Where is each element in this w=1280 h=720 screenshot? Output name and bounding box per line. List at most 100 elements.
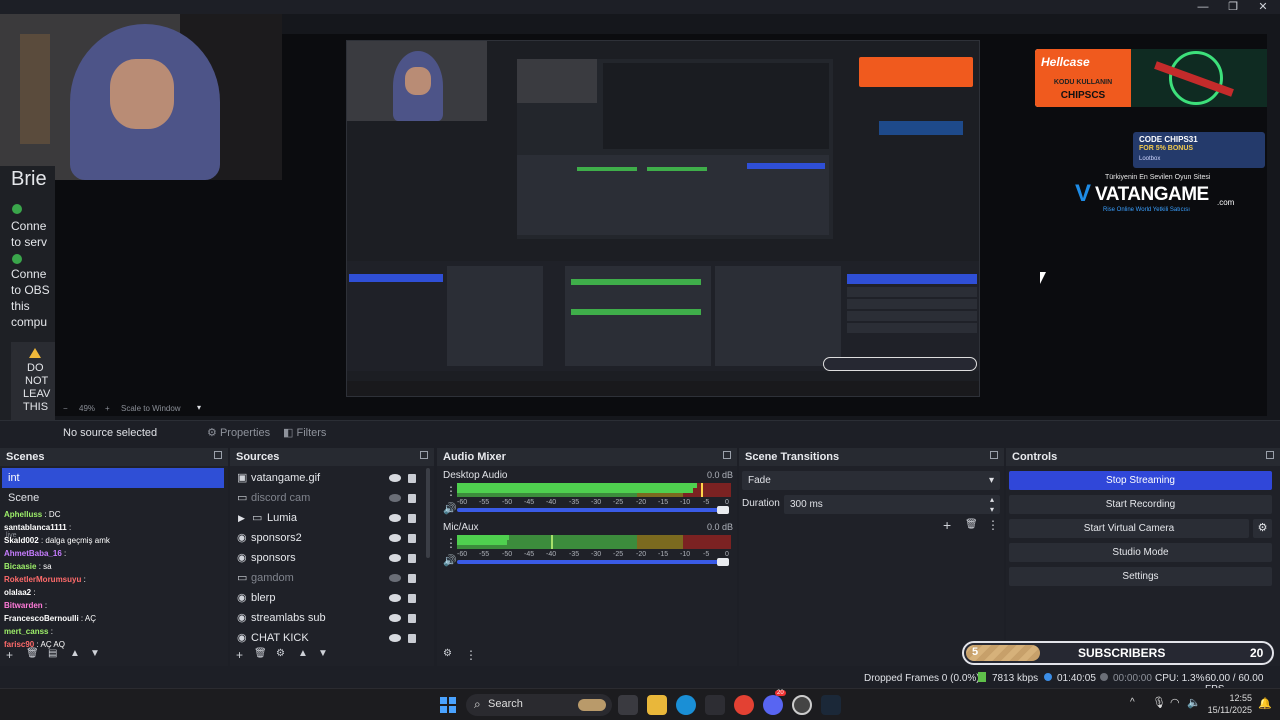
source-item[interactable]: ◉ blerp bbox=[230, 588, 430, 608]
wifi-icon[interactable]: ◠ bbox=[1170, 696, 1180, 709]
speaker-icon[interactable]: 🔊 bbox=[443, 502, 457, 515]
lock-icon[interactable] bbox=[408, 534, 416, 543]
chrome-icon[interactable] bbox=[734, 695, 754, 715]
eye-icon[interactable] bbox=[389, 554, 401, 562]
move-up-icon[interactable]: ▲ bbox=[298, 648, 308, 659]
add-scene-icon[interactable]: + bbox=[6, 648, 13, 662]
microphone-icon[interactable]: 🎙 bbox=[1152, 696, 1166, 709]
duration-input[interactable]: 300 ms ▴ ▾ bbox=[784, 495, 1000, 514]
stop-streaming-button[interactable]: Stop Streaming bbox=[1009, 471, 1272, 490]
preview-area[interactable]: Hellcase KODU KULLANIN CHIPSCS CODE CHIP… bbox=[0, 14, 1280, 442]
virtual-camera-settings-icon[interactable]: ⚙ bbox=[1253, 519, 1272, 538]
volume-slider-handle[interactable] bbox=[717, 558, 729, 566]
meter-tick: -30 bbox=[591, 551, 602, 558]
subscribers-current: 5 bbox=[972, 646, 979, 658]
lock-icon[interactable] bbox=[408, 594, 416, 603]
advanced-audio-icon[interactable]: ⚙ bbox=[443, 648, 452, 659]
gear-icon[interactable]: ⚙ bbox=[276, 648, 285, 659]
source-item[interactable]: ▭ discord cam bbox=[230, 488, 430, 508]
zoom-out-icon[interactable]: − bbox=[63, 404, 68, 413]
trash-icon[interactable]: 🗑 bbox=[965, 519, 978, 530]
kebab-menu-icon[interactable]: ⋮ bbox=[445, 536, 457, 550]
volume-icon[interactable]: 🔈 bbox=[1187, 696, 1201, 709]
notification-bell-icon[interactable]: 🔔 bbox=[1258, 697, 1272, 710]
source-item[interactable]: ◉ streamlabs sub bbox=[230, 608, 430, 628]
tray-chevron-icon[interactable]: ^ bbox=[1130, 697, 1135, 708]
task-view-icon[interactable] bbox=[618, 695, 638, 715]
file-explorer-icon[interactable] bbox=[647, 695, 667, 715]
discord-icon[interactable]: 20 bbox=[763, 690, 786, 715]
expand-caret-icon[interactable]: ▶ bbox=[238, 508, 245, 528]
lock-icon[interactable] bbox=[408, 634, 416, 643]
eye-icon[interactable] bbox=[389, 594, 401, 602]
kebab-menu-icon[interactable]: ⋮ bbox=[987, 518, 999, 532]
source-item[interactable]: ▣ vatangame.gif bbox=[230, 468, 430, 488]
eye-icon[interactable] bbox=[389, 614, 401, 622]
steam-icon[interactable] bbox=[821, 695, 841, 715]
clock-date[interactable]: 15/11/2025 bbox=[1206, 705, 1252, 715]
trash-icon[interactable]: 🗑 bbox=[254, 648, 267, 659]
scene-item-scene[interactable]: Scene bbox=[2, 488, 224, 508]
volume-slider[interactable] bbox=[457, 508, 719, 512]
dock-float-icon[interactable] bbox=[723, 451, 731, 459]
source-item[interactable]: ◉ sponsors2 bbox=[230, 528, 430, 548]
lock-icon[interactable] bbox=[408, 614, 416, 623]
move-down-icon[interactable]: ▼ bbox=[318, 648, 328, 659]
zoom-in-icon[interactable]: + bbox=[105, 404, 110, 413]
start-recording-button[interactable]: Start Recording bbox=[1009, 495, 1272, 514]
source-item[interactable]: ◉ sponsors bbox=[230, 548, 430, 568]
lock-icon[interactable] bbox=[408, 474, 416, 483]
taskbar-search[interactable]: ⌕ Search bbox=[466, 694, 612, 716]
edge-icon[interactable] bbox=[676, 695, 696, 715]
add-transition-icon[interactable]: + bbox=[943, 517, 951, 533]
settings-button[interactable]: Settings bbox=[1009, 567, 1272, 586]
lock-icon[interactable] bbox=[408, 554, 416, 563]
maximize-button[interactable]: ❐ bbox=[1218, 0, 1248, 14]
eye-hidden-icon[interactable] bbox=[389, 574, 401, 582]
lock-icon[interactable] bbox=[408, 514, 416, 523]
eye-hidden-icon[interactable] bbox=[389, 494, 401, 502]
volume-slider[interactable] bbox=[457, 560, 719, 564]
eye-icon[interactable] bbox=[389, 634, 401, 642]
spin-down-icon[interactable]: ▾ bbox=[990, 500, 994, 519]
speaker-icon[interactable]: 🔊 bbox=[443, 554, 457, 567]
minimize-button[interactable]: — bbox=[1188, 0, 1218, 14]
obs-icon[interactable] bbox=[792, 695, 812, 715]
zoom-mode[interactable]: Scale to Window bbox=[121, 404, 181, 413]
dock-float-icon[interactable] bbox=[214, 451, 222, 459]
dock-float-icon[interactable] bbox=[990, 451, 998, 459]
dock-float-icon[interactable] bbox=[1266, 451, 1274, 459]
start-virtual-camera-button[interactable]: Start Virtual Camera bbox=[1009, 519, 1249, 538]
source-item[interactable]: ◉ CHAT KICK bbox=[230, 628, 430, 648]
vatangame-subline: Rise Online World Yetkili Satıcısı bbox=[1103, 207, 1190, 213]
dock-float-icon[interactable] bbox=[420, 451, 428, 459]
chevron-down-icon[interactable]: ▾ bbox=[197, 403, 201, 412]
eye-icon[interactable] bbox=[389, 534, 401, 542]
eye-icon[interactable] bbox=[389, 514, 401, 522]
kebab-menu-icon[interactable]: ⋮ bbox=[465, 648, 477, 662]
add-source-icon[interactable]: + bbox=[236, 648, 243, 662]
eye-icon[interactable] bbox=[389, 474, 401, 482]
scene-item-int[interactable]: int bbox=[2, 468, 224, 488]
properties-button[interactable]: ⚙ Properties bbox=[207, 424, 270, 442]
lock-icon[interactable] bbox=[408, 494, 416, 503]
windows-start-icon[interactable] bbox=[440, 697, 456, 713]
scene-filter-icon[interactable]: ▤ bbox=[48, 648, 57, 659]
studio-mode-button[interactable]: Studio Mode bbox=[1009, 543, 1272, 562]
trash-icon[interactable]: 🗑 bbox=[26, 648, 39, 659]
store-icon[interactable] bbox=[705, 695, 725, 715]
kebab-menu-icon[interactable]: ⋮ bbox=[445, 484, 457, 498]
lock-icon[interactable] bbox=[408, 574, 416, 583]
source-item[interactable]: ▭ gamdom bbox=[230, 568, 430, 588]
move-down-icon[interactable]: ▼ bbox=[90, 648, 100, 659]
source-item[interactable]: ▶ ▭ Lumia bbox=[230, 508, 430, 528]
vatangame-logo: Türkiyenin En Sevilen Oyun Sitesi V VATA… bbox=[1075, 174, 1247, 214]
scrollbar[interactable] bbox=[426, 468, 430, 558]
close-button[interactable]: ✕ bbox=[1248, 0, 1278, 14]
volume-slider-handle[interactable] bbox=[717, 506, 729, 514]
filters-button[interactable]: ◧ Filters bbox=[283, 424, 326, 442]
dropped-frames: Dropped Frames 0 (0.0%) bbox=[864, 673, 980, 684]
move-up-icon[interactable]: ▲ bbox=[70, 648, 80, 659]
transition-select[interactable]: Fade ▾ bbox=[742, 471, 1000, 490]
clock-time[interactable]: 12:55 bbox=[1206, 693, 1252, 703]
